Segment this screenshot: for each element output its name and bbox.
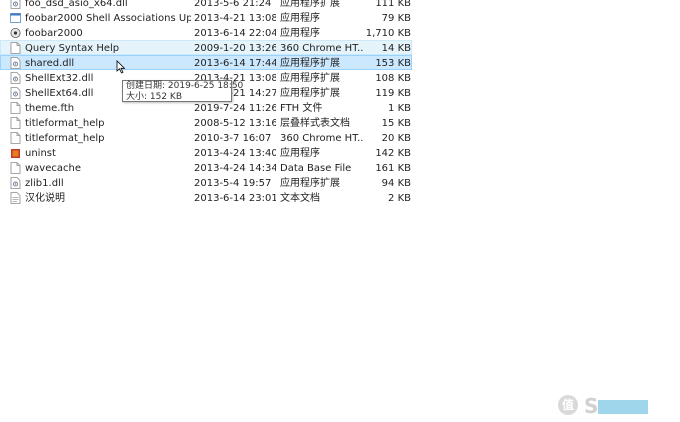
foobar-icon [10, 27, 21, 39]
tooltip-created-date: 创建日期: 2019-6-25 18:50 [126, 81, 244, 91]
file-name: titleformat_help [25, 133, 105, 144]
file-size: 1 KB [388, 103, 411, 114]
file-name: foobar2000 [25, 28, 83, 39]
dll-icon [10, 57, 21, 69]
file-row[interactable]: foobar2000 Shell Associations Updater201… [0, 10, 412, 25]
file-size: 14 KB [381, 43, 411, 54]
file-size: 142 KB [375, 148, 411, 159]
file-modified-date: 2019-7-24 11:26 [194, 103, 276, 114]
file-size: 161 KB [375, 163, 411, 174]
file-modified-date: 2013-6-14 23:01 [194, 193, 276, 204]
file-type: 360 Chrome HT... [280, 43, 364, 54]
uninstall-icon [10, 147, 21, 159]
file-modified-date: 2013-4-21 13:08 [194, 13, 276, 24]
file-row[interactable]: foobar2000 2013-6-14 22:04 应用程序 1,710 KB [0, 25, 412, 40]
watermark-text: S [584, 394, 600, 418]
file-type: 应用程序 [280, 13, 320, 24]
html-icon [10, 42, 21, 54]
file-name: uninst [25, 148, 56, 159]
db-icon [10, 162, 21, 174]
app-icon [10, 12, 21, 24]
file-modified-date: 2013-6-14 17:44 [194, 58, 276, 69]
file-size: 15 KB [381, 118, 411, 129]
file-modified-date: 2010-3-7 16:07 [194, 133, 272, 144]
file-size: 2 KB [388, 193, 411, 204]
file-row[interactable]: Query Syntax Help 2009-1-20 13:26 360 Chro… [0, 40, 412, 55]
file-row[interactable]: titleformat_help 2008-5-12 13:16 层叠样式表文档 15… [0, 115, 412, 130]
file-type: FTH 文件 [280, 103, 323, 114]
file-modified-date: 2013-4-24 13:40 [194, 148, 276, 159]
file-type: Data Base File [280, 163, 352, 174]
file-modified-date: 2008-5-12 13:16 [194, 118, 276, 129]
file-icon [10, 102, 21, 114]
file-icon [10, 117, 21, 129]
file-name: foobar2000 Shell Associations Updater [25, 13, 191, 24]
file-row[interactable]: wavecache 2013-4-24 14:34 Data Base File 16… [0, 160, 412, 175]
file-name: theme.fth [25, 103, 75, 114]
file-modified-date: 2013-6-14 22:04 [194, 28, 276, 39]
txt-icon [10, 192, 21, 204]
file-row[interactable]: titleformat_help 2010-3-7 16:07 360 Chrome… [0, 130, 412, 145]
file-type: 应用程序 [280, 148, 320, 159]
file-row[interactable]: uninst 2013-4-24 13:40 应用程序 142 KB [0, 145, 412, 160]
dll-icon [10, 177, 21, 189]
file-size: 1,710 KB [365, 28, 411, 39]
file-name: zlib1.dll [25, 178, 64, 189]
file-info-tooltip: 创建日期: 2019-6-25 18:50 大小: 152 KB [122, 80, 244, 102]
file-size: 153 KB [375, 58, 411, 69]
dll-icon [10, 72, 21, 84]
file-size: 79 KB [381, 13, 411, 24]
tooltip-file-size: 大小: 152 KB [126, 92, 183, 102]
file-modified-date: 2009-1-20 13:26 [194, 43, 276, 54]
file-name: 汉化说明 [25, 193, 65, 204]
mouse-cursor-icon [116, 60, 126, 74]
file-type: 应用程序扩展 [280, 88, 340, 99]
file-row[interactable]: zlib1.dll 2013-5-4 19:57 应用程序扩展 94 KB [0, 175, 412, 190]
dll-icon [10, 87, 21, 99]
file-size: 20 KB [381, 133, 411, 144]
file-size: 108 KB [375, 73, 411, 84]
file-row[interactable]: 汉化说明 2013-6-14 23:01 文本文档 2 KB [0, 190, 412, 205]
html-icon [10, 132, 21, 144]
file-row[interactable]: foo_dsd_asio_x64.dll 2013-5-6 21:24 应用程序扩展… [0, 0, 412, 10]
file-row[interactable]: shared.dll 2013-6-14 17:44 应用程序扩展 153 KB [0, 55, 412, 70]
file-type: 应用程序扩展 [280, 58, 340, 69]
file-size: 119 KB [375, 88, 411, 99]
file-modified-date: 2013-4-24 14:34 [194, 163, 276, 174]
file-name: titleformat_help [25, 118, 105, 129]
dll-icon [10, 0, 21, 9]
site-watermark: 值 S [558, 391, 676, 419]
watermark-bar [598, 400, 648, 414]
watermark-logo-icon: 值 [558, 395, 578, 415]
file-type: 360 Chrome HT... [280, 133, 364, 144]
file-size: 94 KB [381, 178, 411, 189]
file-type: 层叠样式表文档 [280, 118, 350, 129]
file-type: 应用程序扩展 [280, 178, 340, 189]
file-type: 文本文档 [280, 193, 320, 204]
file-type: 应用程序 [280, 28, 320, 39]
file-name: wavecache [25, 163, 81, 174]
file-type: 应用程序扩展 [280, 73, 340, 84]
file-modified-date: 2013-5-4 19:57 [194, 178, 272, 189]
file-name: Query Syntax Help [25, 43, 120, 54]
file-name: shared.dll [25, 58, 75, 69]
